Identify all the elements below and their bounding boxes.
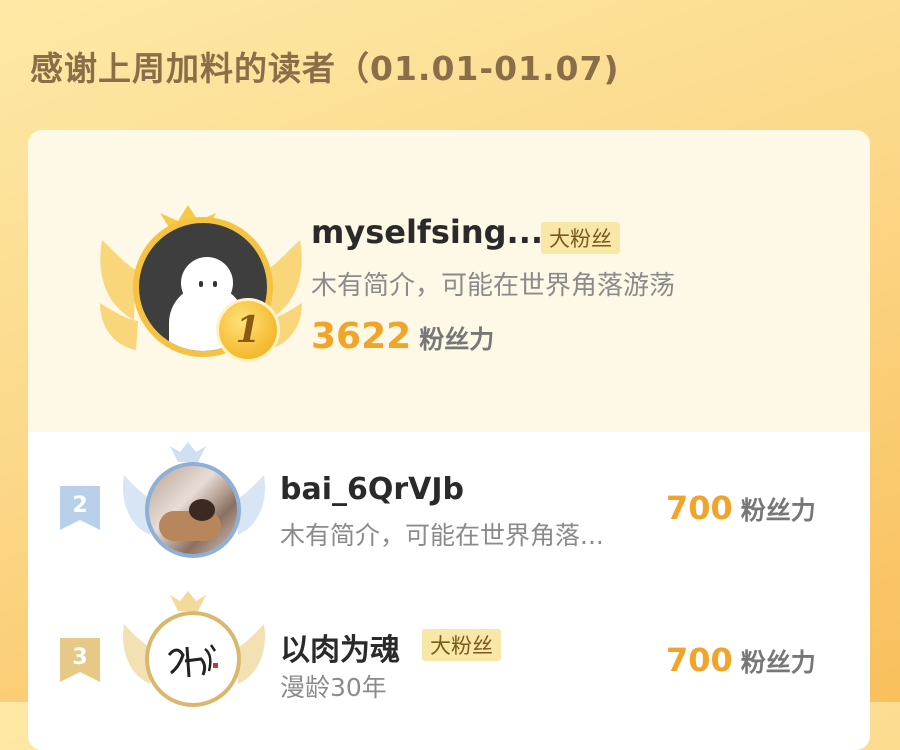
top-reader-avatar-group[interactable]: 1 xyxy=(96,185,306,430)
score-value: 3622 xyxy=(311,316,412,357)
list-item[interactable]: 2 bai_6QrVJb 木有简介，可能在世界角落... 700 粉丝力 xyxy=(28,432,870,582)
reader-name[interactable]: bai_6QrVJb xyxy=(280,472,464,507)
top-reader-score: 3622 粉丝力 xyxy=(311,316,494,357)
avatar xyxy=(145,611,241,707)
score-unit: 粉丝力 xyxy=(419,325,495,354)
reader-bio: 漫龄30年 xyxy=(280,673,387,702)
score-value: 700 xyxy=(666,489,733,527)
list-item[interactable]: 3 以肉为魂 大粉丝 漫龄30年 700 粉丝力 xyxy=(28,585,870,735)
reader-name[interactable]: 以肉为魂 xyxy=(280,625,400,669)
top-reader-section: 1 myselfsing... 大粉丝 木有简介，可能在世界角落游荡 3622 粉… xyxy=(28,130,870,432)
score-value: 700 xyxy=(666,641,733,679)
top-reader-bio: 木有简介，可能在世界角落游荡 xyxy=(311,271,676,301)
score-unit: 粉丝力 xyxy=(740,496,816,525)
rank-1-medal-icon: 1 xyxy=(216,298,280,362)
avatar xyxy=(145,462,241,558)
rank-3-flag-icon: 3 xyxy=(60,638,100,682)
calligraphy-logo-icon xyxy=(167,644,218,678)
top-reader-name[interactable]: myselfsing... xyxy=(311,213,543,251)
ranking-card: 1 myselfsing... 大粉丝 木有简介，可能在世界角落游荡 3622 粉… xyxy=(28,130,870,750)
fan-badge: 大粉丝 xyxy=(541,222,620,254)
reader-bio: 木有简介，可能在世界角落... xyxy=(280,521,604,550)
rank-2-flag-icon: 2 xyxy=(60,486,100,530)
page-title: 感谢上周加料的读者（01.01-01.07) xyxy=(30,49,620,88)
reader-score: 700 粉丝力 xyxy=(666,641,816,679)
score-unit: 粉丝力 xyxy=(740,648,816,677)
fan-badge: 大粉丝 xyxy=(422,629,501,661)
reader-score: 700 粉丝力 xyxy=(666,489,816,527)
